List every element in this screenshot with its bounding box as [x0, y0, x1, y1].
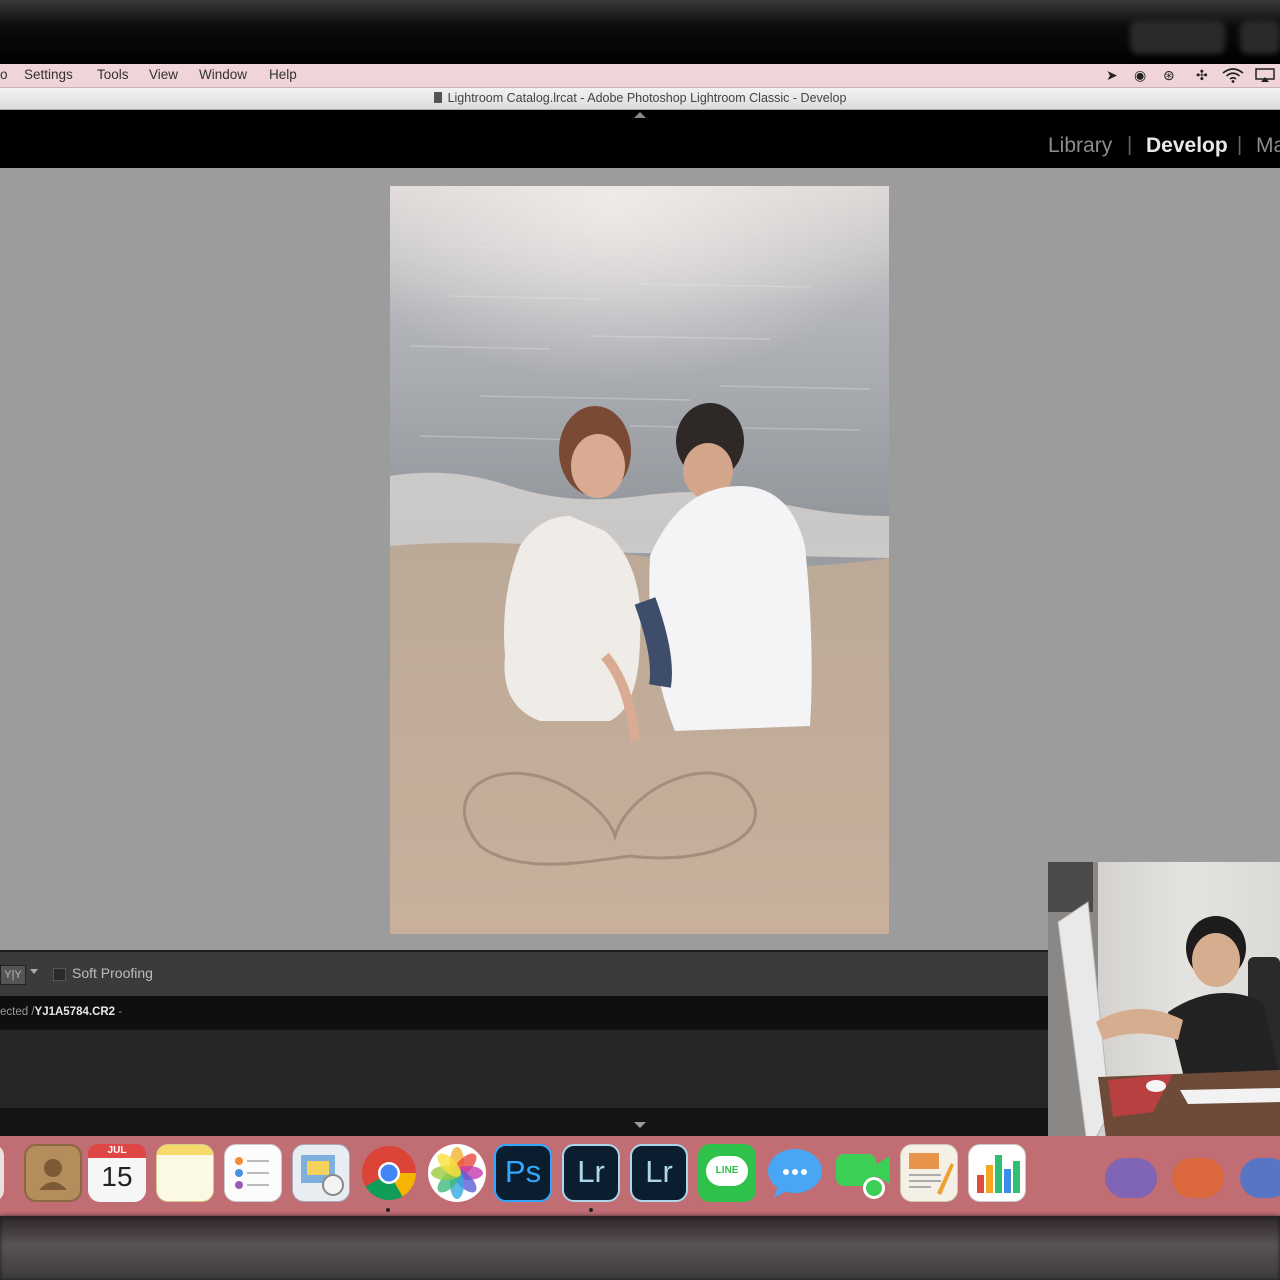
- numbers-app-icon[interactable]: [968, 1144, 1026, 1202]
- messages-app-icon[interactable]: [766, 1144, 824, 1202]
- partial-dock-icon[interactable]: [1172, 1158, 1224, 1198]
- soft-proofing-checkbox[interactable]: [53, 968, 66, 981]
- webcam-presenter-video: [1048, 862, 1280, 1182]
- photoshop-app-icon[interactable]: Ps: [494, 1144, 552, 1202]
- mac-menu-bar: o Settings Tools View Window Help ➤ ◉ ⊛ …: [0, 64, 1280, 88]
- lightroom-app-icon[interactable]: Lr: [562, 1144, 620, 1202]
- photos-app-icon[interactable]: [428, 1144, 486, 1202]
- pages-app-icon[interactable]: [900, 1144, 958, 1202]
- source-path-prefix: ected /: [0, 1006, 35, 1018]
- menu-item-settings[interactable]: Settings: [24, 67, 73, 82]
- module-map[interactable]: Ma: [1256, 134, 1280, 158]
- chrome-app-icon[interactable]: [360, 1144, 418, 1202]
- menu-item-tools[interactable]: Tools: [97, 67, 129, 82]
- document-icon: [433, 92, 442, 103]
- module-separator: |: [1237, 134, 1243, 156]
- filename-dropdown[interactable]: -: [118, 1006, 122, 1018]
- calendar-day: 15: [101, 1161, 133, 1192]
- blurred-desk-surface: [0, 1216, 1280, 1280]
- line-label: LINE: [706, 1156, 748, 1186]
- module-picker: Library | Develop | Ma: [0, 110, 1280, 168]
- contacts-app-icon[interactable]: [24, 1144, 82, 1202]
- partial-dock-icon[interactable]: [1240, 1158, 1280, 1198]
- mac-dock: JUL 15 Ps Lr Lr LINE: [0, 1136, 1280, 1216]
- lightroom-classic-app-icon[interactable]: Lr: [630, 1144, 688, 1202]
- record-icon[interactable]: ◉: [1134, 67, 1146, 84]
- finder-icon[interactable]: [0, 1144, 4, 1202]
- soft-proofing-label: Soft Proofing: [72, 965, 153, 981]
- develop-toolbar: Y|Y Soft Proofing: [0, 950, 1048, 998]
- menu-item-partial[interactable]: o: [0, 67, 8, 82]
- blurred-control: [1130, 20, 1225, 54]
- notes-app-icon[interactable]: [156, 1144, 214, 1202]
- filmstrip[interactable]: [0, 1028, 1048, 1110]
- line-app-icon[interactable]: LINE: [698, 1144, 756, 1202]
- blurred-control: [1240, 20, 1280, 54]
- collapse-filmstrip-icon[interactable]: [634, 1122, 646, 1128]
- bluetooth-icon[interactable]: ✣: [1196, 67, 1208, 84]
- photo-preview[interactable]: [390, 186, 889, 934]
- window-title-bar: Lightroom Catalog.lrcat - Adobe Photosho…: [0, 88, 1280, 110]
- running-indicator: [386, 1208, 390, 1212]
- menu-item-view[interactable]: View: [149, 67, 178, 82]
- partial-dock-icon[interactable]: [1105, 1158, 1157, 1198]
- menu-item-window[interactable]: Window: [199, 67, 247, 82]
- creative-cloud-icon[interactable]: ⊛: [1163, 67, 1175, 84]
- module-library[interactable]: Library: [1048, 134, 1112, 158]
- filmstrip-source-path[interactable]: ected /YJ1A5784.CR2 -: [0, 1006, 122, 1018]
- preview-app-icon[interactable]: [292, 1144, 350, 1202]
- view-mode-dropdown-icon[interactable]: [30, 969, 38, 974]
- webcam-overlay: [1048, 862, 1280, 1182]
- calendar-month: JUL: [88, 1144, 146, 1158]
- airplay-icon[interactable]: [1255, 68, 1275, 83]
- reminders-app-icon[interactable]: [224, 1144, 282, 1202]
- wifi-icon[interactable]: [1222, 68, 1244, 83]
- filmstrip-header: ected /YJ1A5784.CR2 -: [0, 996, 1048, 1028]
- location-arrow-icon[interactable]: ➤: [1106, 67, 1118, 84]
- facetime-app-icon[interactable]: [834, 1144, 892, 1202]
- current-filename: YJ1A5784.CR2: [34, 1006, 116, 1018]
- before-after-view-button[interactable]: Y|Y: [0, 965, 26, 985]
- menu-item-help[interactable]: Help: [269, 67, 297, 82]
- window-title: Lightroom Catalog.lrcat - Adobe Photosho…: [447, 91, 847, 105]
- module-separator: |: [1127, 134, 1133, 156]
- beach-couple-photo: [390, 186, 889, 934]
- running-indicator: [589, 1208, 593, 1212]
- screen-bezel: [0, 0, 1280, 64]
- calendar-app-icon[interactable]: JUL 15: [88, 1144, 146, 1202]
- module-develop[interactable]: Develop: [1146, 134, 1228, 158]
- collapse-top-panel-icon[interactable]: [634, 112, 646, 118]
